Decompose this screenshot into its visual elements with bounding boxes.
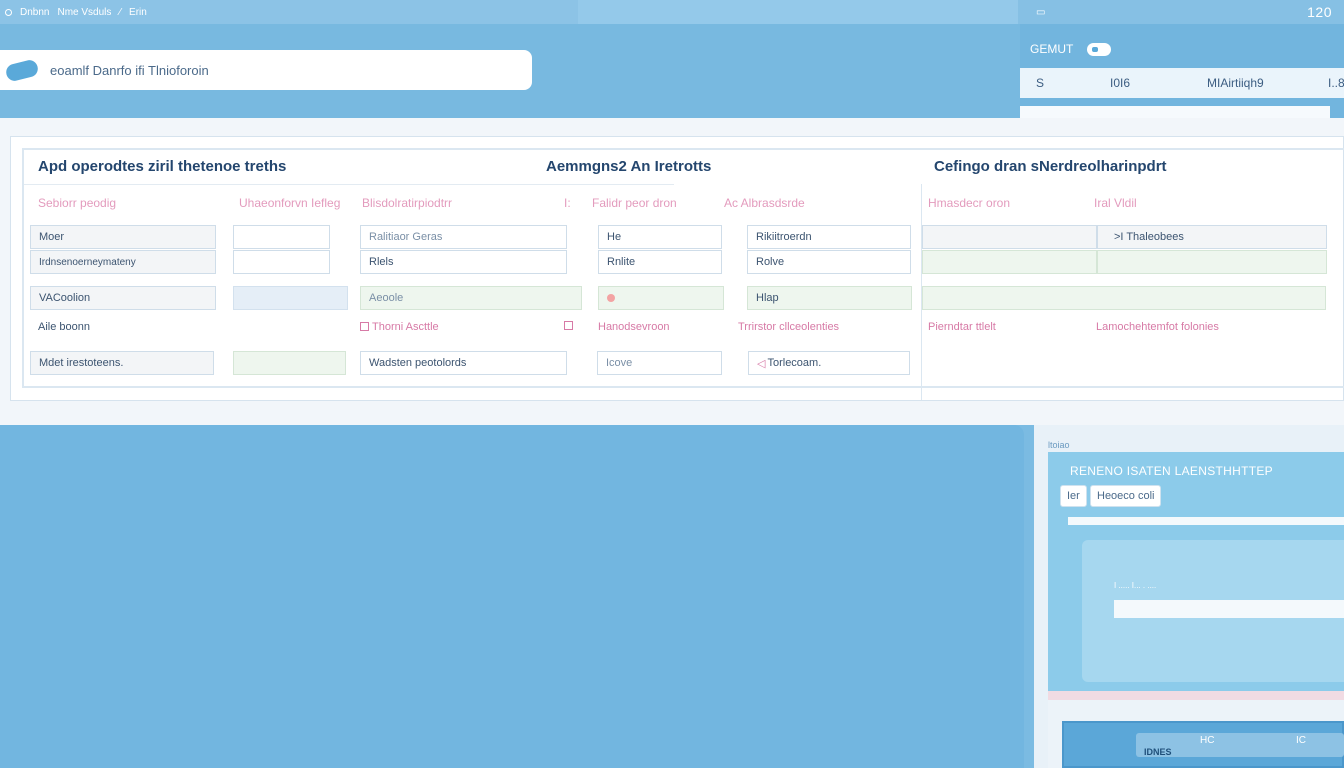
column-header-5: Falidr peor dron (592, 196, 677, 210)
top-bar-middle (578, 0, 1018, 24)
column-header-6: Ac Albrasdsrde (724, 196, 805, 210)
search-placeholder: eoamlf Danrfo ifi Tlnioforoin (50, 62, 209, 78)
row4-type[interactable]: Thorni Ascttle (360, 321, 439, 333)
right-col-4: I..8. (1328, 76, 1344, 90)
row3-cell-type[interactable]: Aeoole (360, 286, 582, 310)
row3-cell-extra[interactable] (922, 286, 1326, 310)
row1-cell-type[interactable]: Ralitiaor Geras (360, 225, 567, 249)
row5-cell-type[interactable]: Wadsten peotolords (360, 351, 567, 375)
side-card-top-text: ltoiao (1048, 440, 1070, 450)
row1-cell-input[interactable] (233, 225, 330, 249)
side-card-title: RENENO ISATEN LAENSTHHTTEP (1070, 464, 1273, 478)
section-title-1: Apd operodtes ziril thetenoe treths (38, 158, 287, 175)
row1-cell-extra[interactable] (922, 225, 1097, 249)
side-card-chip-1[interactable]: Ier (1060, 485, 1087, 507)
row2-cell-type[interactable]: Rlels (360, 250, 567, 274)
row2-cell-name[interactable]: Irdnsenoerneymateny (30, 250, 216, 274)
pill-icon (4, 57, 40, 83)
checkbox-icon[interactable] (564, 321, 573, 330)
side-card-accent-line (1048, 691, 1344, 700)
row2-cell-link[interactable] (1097, 250, 1327, 274)
right-col-3: MIAirtiiqh9 (1207, 76, 1264, 90)
right-header-title: GEMUT (1030, 42, 1074, 56)
row2-cell-detail[interactable]: Rolve (747, 250, 911, 274)
row4-link: Lamochehtemfot folonies (1096, 321, 1219, 333)
column-header-1: Sebiorr peodig (38, 196, 117, 210)
section-title-2: Aemmgns2 An Iretrotts (546, 158, 712, 175)
row4-name: Aile boonn (38, 321, 90, 333)
edit-icon[interactable]: ⁄ (119, 7, 121, 18)
top-bar-right: ▭ 120 (1018, 0, 1344, 24)
row4-extra: Pierndtar ttlelt (928, 321, 996, 333)
right-col-2: I0I6 (1110, 76, 1131, 90)
row5-cell-value[interactable]: Icove (597, 351, 722, 375)
side-card-chip-2[interactable]: Heoeco coli (1090, 485, 1162, 507)
window-icon[interactable]: ▭ (1036, 7, 1045, 18)
top-bar-item-1[interactable]: Dnbnn (20, 7, 49, 18)
section-title-3: Cefingo dran sNerdreolharinpdrt (934, 158, 1167, 175)
side-card-footer-text-3: IC (1296, 735, 1306, 746)
row4-detail: Trrirstor cllceolenties (738, 321, 840, 333)
top-bar-item-3[interactable]: Erin (129, 7, 147, 18)
section-divider (24, 184, 674, 185)
right-header-columns: S I0I6 MIAirtiiqh9 I..8. (1020, 68, 1344, 98)
top-bar-item-2[interactable]: Nme Vsduls (57, 7, 111, 18)
top-bar: Dnbnn Nme Vsduls ⁄ Erin ▭ 120 (0, 0, 1344, 24)
row5-detail-label: Torlecoam. (767, 357, 822, 369)
column-header-8: Iral Vldil (1094, 196, 1137, 210)
row2-cell-extra[interactable] (922, 250, 1097, 274)
link-icon: ◁ (757, 357, 766, 370)
column-header-2: Uhaeonforvn Iefleg (239, 196, 341, 210)
row4-check[interactable] (564, 320, 576, 332)
row2-cell-input[interactable] (233, 250, 330, 274)
checkbox-icon[interactable] (360, 322, 369, 331)
canvas-area[interactable] (0, 425, 1024, 768)
top-bar-counter: 120 (1307, 4, 1332, 20)
row4-type-label: Thorni Ascttle (372, 321, 439, 333)
search-input[interactable]: eoamlf Danrfo ifi Tlnioforoin (0, 50, 532, 90)
toggle-switch[interactable] (1087, 42, 1112, 56)
side-card-divider (1068, 517, 1344, 525)
row3-cell-status[interactable] (598, 286, 724, 310)
side-card-footer-text-2: IDNES (1144, 747, 1172, 757)
circle-icon[interactable] (5, 8, 12, 16)
row3-cell-detail[interactable]: Hlap (747, 286, 912, 310)
side-card-field[interactable] (1114, 600, 1344, 618)
right-col-1: S (1036, 76, 1045, 90)
column-header-7: Hmasdecr oron (928, 196, 1011, 210)
row1-cell-link[interactable]: >I Thaleobees (1097, 225, 1327, 249)
side-card-field-label: I ..... I... . .... (1114, 581, 1157, 590)
row2-cell-value[interactable]: Rnlite (598, 250, 722, 274)
row4-value: Hanodsevroon (598, 321, 670, 333)
right-header-title-row: GEMUT (1030, 42, 1112, 56)
side-card-footer-text-1: HC (1200, 735, 1215, 746)
row3-cell-name[interactable]: VACoolion (30, 286, 216, 310)
row3-cell-input[interactable] (233, 286, 348, 310)
top-bar-left: Dnbnn Nme Vsduls ⁄ Erin (0, 0, 578, 24)
row5-cell-detail[interactable]: ◁ Torlecoam. (748, 351, 910, 375)
column-header-4: I: (564, 196, 571, 210)
right-header-bar (1020, 106, 1330, 118)
row1-cell-name[interactable]: Moer (30, 225, 216, 249)
column-header-3: Blisdolratirpiodtrr (362, 196, 453, 210)
row1-cell-detail[interactable]: Rikiitroerdn (747, 225, 911, 249)
row5-cell-input[interactable] (233, 351, 346, 375)
row5-cell-name[interactable]: Mdet irestoteens. (30, 351, 214, 375)
row1-cell-value[interactable]: He (598, 225, 722, 249)
status-dot-icon (607, 294, 615, 302)
